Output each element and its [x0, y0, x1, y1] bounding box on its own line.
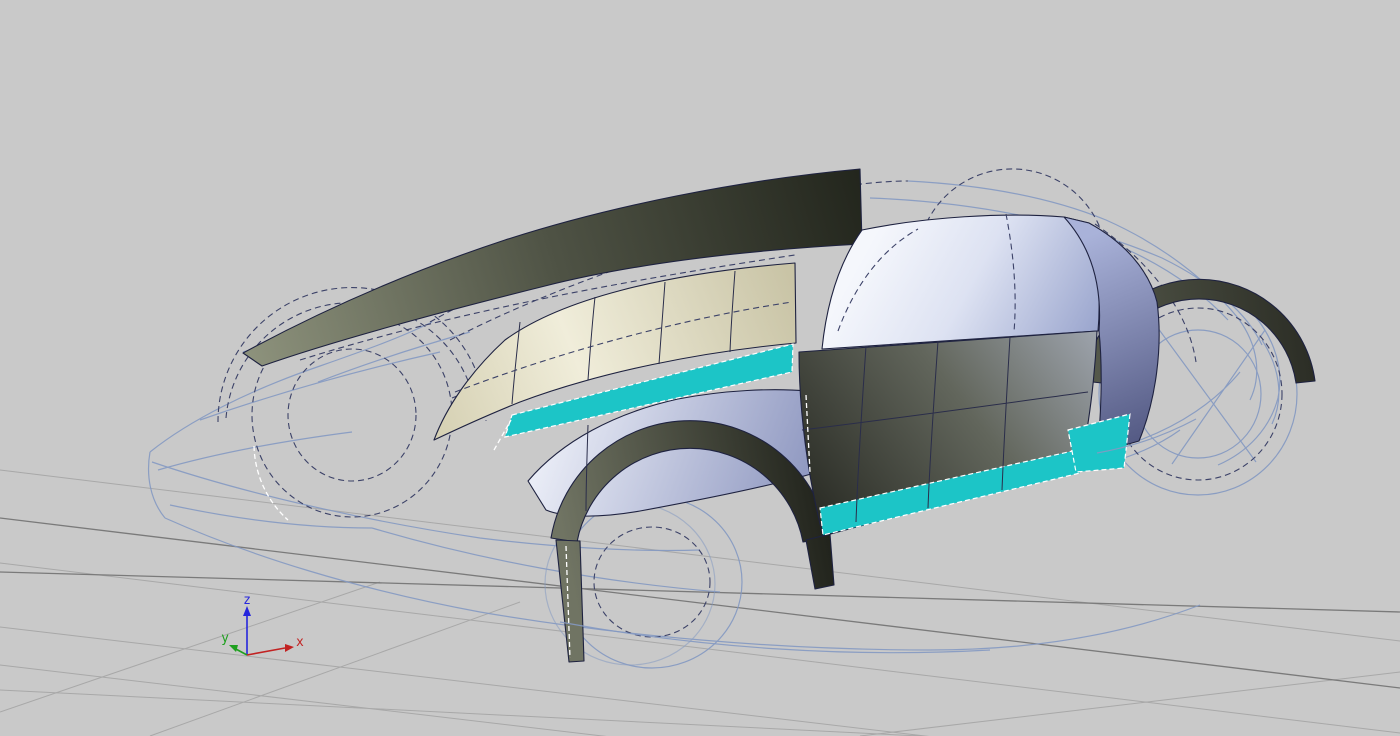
z-axis-label: z [243, 593, 251, 608]
3d-viewport[interactable]: z y x [0, 0, 1400, 736]
x-axis-label: x [296, 635, 304, 650]
greenhouse-surface [821, 214, 1100, 350]
y-axis-label: y [221, 631, 229, 646]
